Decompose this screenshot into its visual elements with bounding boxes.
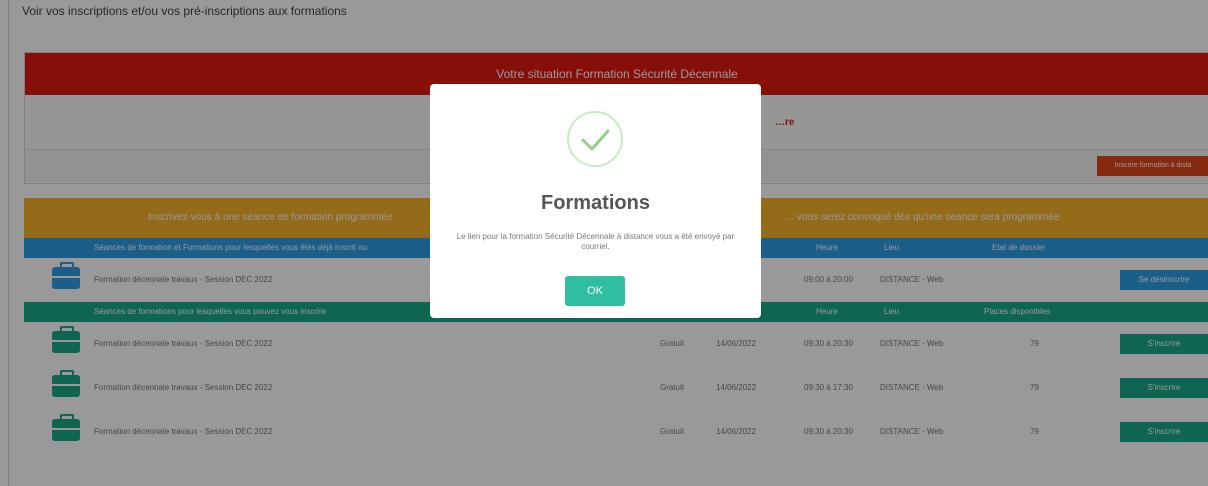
- modal-title: Formations: [541, 192, 650, 214]
- modal-message: Le lien pour la formation Sécurité Décen…: [456, 232, 735, 251]
- check-icon: [566, 110, 624, 168]
- ok-button[interactable]: OK: [565, 276, 625, 306]
- modal-dialog: Formations Le lien pour la formation Séc…: [430, 84, 761, 318]
